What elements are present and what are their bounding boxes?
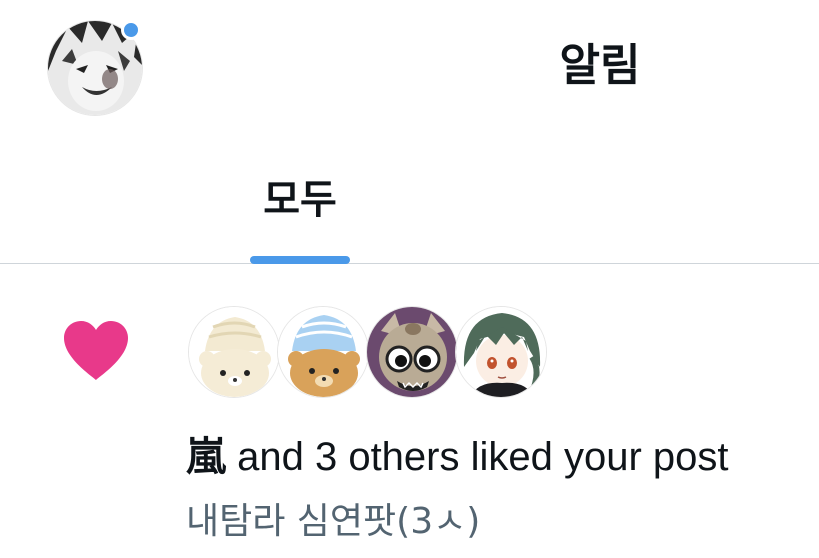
page-title: 알림 [559,40,641,91]
tab-all-label: 모두 [263,177,337,223]
liker-avatar-bear-cream[interactable] [188,306,280,398]
liker-avatar-dog[interactable] [366,306,458,398]
green-hair-character-avatar-icon [456,307,546,397]
liker-avatar-character[interactable] [455,306,547,398]
bear-blue-cream-avatar-icon [278,307,368,397]
notification-item[interactable]: 嵐 and 3 others liked your post 내탐라 심연팟(3… [0,265,819,558]
notification-dot [121,20,141,40]
tab-active-indicator [250,256,350,264]
dog-cartoon-avatar-icon [367,307,457,397]
actor-name[interactable]: 嵐 [186,435,226,479]
notification-text: 嵐 and 3 others liked your post [186,432,729,482]
tab-bar: 모두 [0,140,819,264]
heart-icon [64,321,128,380]
bear-cream-avatar-icon [189,307,279,397]
tab-all[interactable]: 모두 [235,170,365,264]
post-preview: 내탐라 심연팟(3ㅅ) [186,501,481,542]
top-bar: 알림 [0,0,819,140]
action-text: and 3 others liked your post [226,435,729,479]
liker-avatar-bear-blue[interactable] [277,306,369,398]
